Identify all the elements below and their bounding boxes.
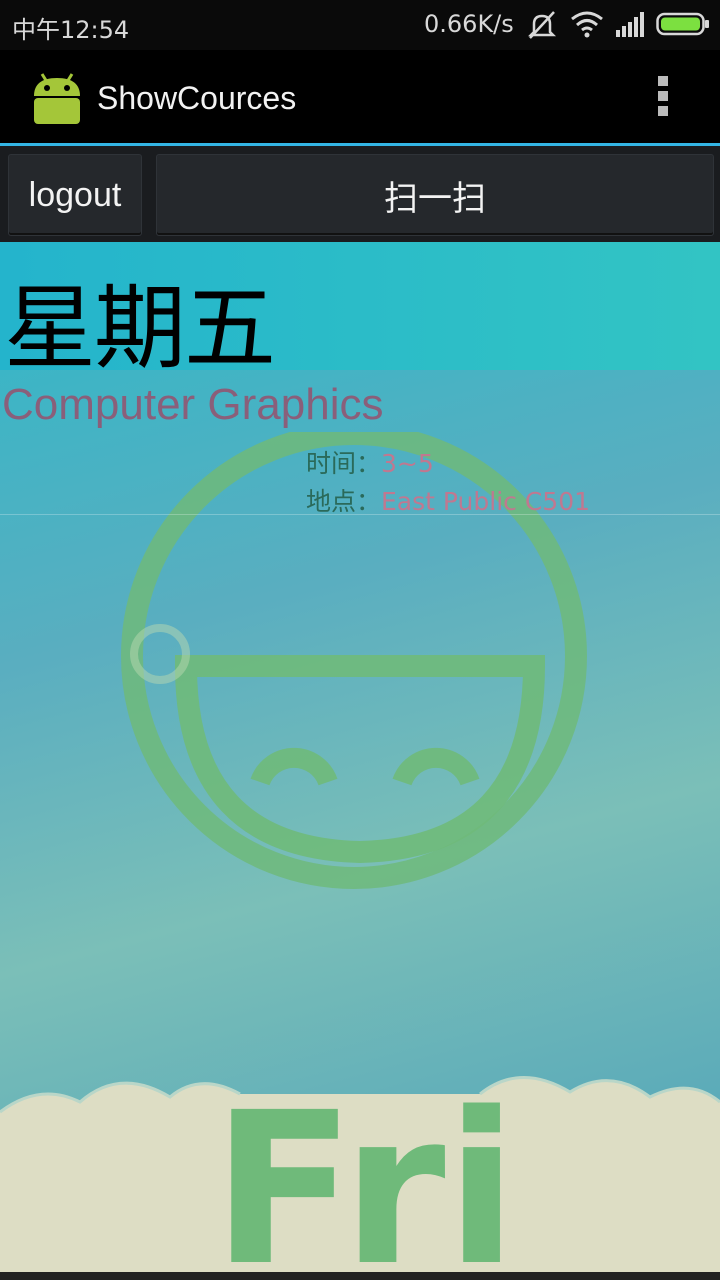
time-label: 时间：	[306, 449, 382, 478]
signal-icon	[616, 12, 644, 37]
course-time: 时间：3~5	[306, 444, 434, 480]
schedule-panel: 星期五 Computer Graphics 时间：3~5 地点：East Pub…	[0, 242, 720, 1272]
status-bar: 中午12:54 0.66K/s	[0, 0, 720, 50]
place-label: 地点：	[306, 487, 382, 516]
day-of-week: 星期五	[4, 275, 276, 382]
course-divider	[0, 514, 720, 515]
wifi-icon	[571, 11, 603, 38]
status-time: 中午12:54	[12, 16, 130, 44]
clouds-decoration: Fri	[0, 1072, 720, 1272]
place-value: East Public C501	[381, 487, 591, 516]
button-row: logout 扫一扫	[0, 146, 720, 242]
overflow-menu-icon[interactable]	[656, 76, 670, 120]
mute-icon	[527, 11, 557, 39]
app-title: ShowCources	[97, 80, 297, 116]
time-value: 3~5	[381, 449, 434, 478]
action-bar: ShowCources	[0, 50, 720, 146]
scan-button[interactable]: 扫一扫	[156, 154, 714, 236]
android-robot-icon[interactable]	[28, 70, 86, 124]
day-abbrev-text: Fri	[212, 1072, 518, 1272]
network-speed: 0.66K/s	[424, 10, 514, 38]
course-name[interactable]: Computer Graphics	[2, 380, 383, 430]
bottom-strip	[0, 1272, 720, 1280]
logout-button[interactable]: logout	[8, 154, 142, 236]
course-place: 地点：East Public C501	[306, 482, 590, 518]
battery-icon	[656, 12, 709, 36]
